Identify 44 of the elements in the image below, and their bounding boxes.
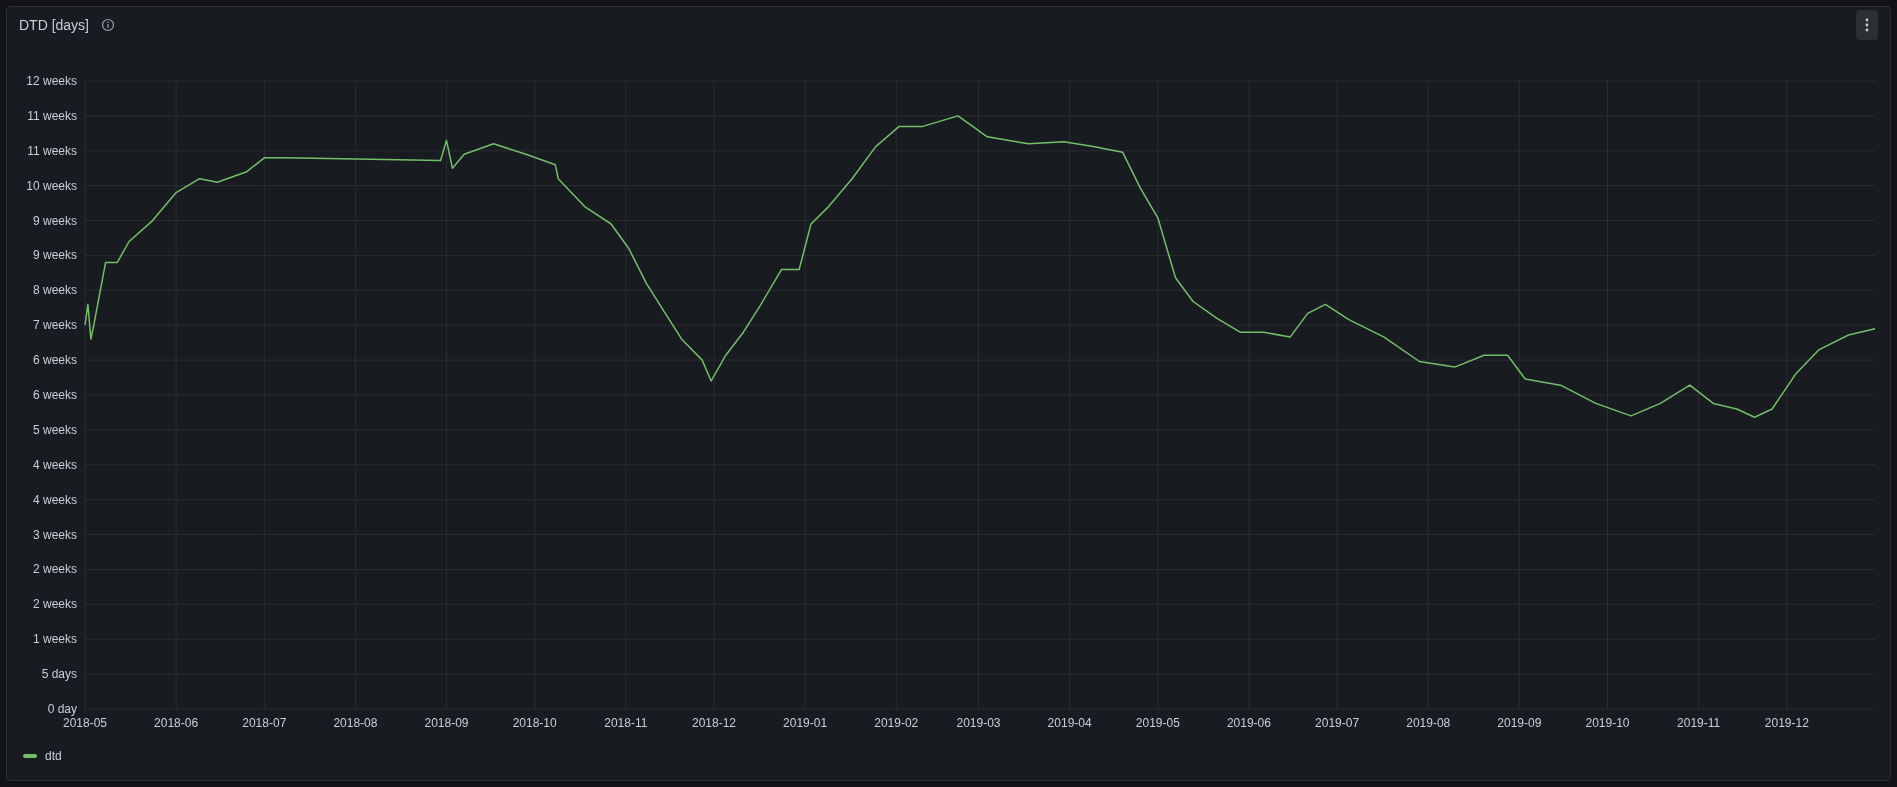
axis-label: 2018-05 bbox=[63, 716, 107, 730]
axis-label: 9 weeks bbox=[32, 213, 77, 228]
axis-label: 4 weeks bbox=[32, 492, 77, 507]
info-icon[interactable] bbox=[101, 18, 115, 32]
axis-label: 2 weeks bbox=[32, 597, 77, 612]
axis-label: 2019-07 bbox=[1315, 716, 1360, 730]
kebab-icon bbox=[1865, 18, 1869, 32]
axis-label: 2019-12 bbox=[1764, 716, 1809, 730]
axis-label: 2019-05 bbox=[1135, 716, 1180, 730]
axis-label: 1 weeks bbox=[32, 632, 77, 647]
axis-label: 10 weeks bbox=[26, 178, 77, 193]
axis-label: 8 weeks bbox=[32, 283, 77, 298]
axis-label: 2018-12 bbox=[691, 716, 736, 730]
axis-label: 2018-11 bbox=[604, 716, 648, 730]
axis-label: 2019-09 bbox=[1497, 716, 1542, 730]
axis-label: 2019-04 bbox=[1047, 716, 1092, 730]
axis-label: 7 weeks bbox=[32, 318, 77, 333]
axis-label: 11 weeks bbox=[27, 143, 77, 158]
axis-label: 2018-06 bbox=[154, 716, 199, 730]
legend-label[interactable]: dtd bbox=[45, 747, 62, 765]
axis-label: 0 day bbox=[47, 702, 77, 716]
axis-label: 2 weeks bbox=[32, 562, 77, 577]
axis-label: 2019-10 bbox=[1585, 716, 1630, 730]
axis-label: 2018-07 bbox=[242, 716, 287, 730]
axis-label: 2018-09 bbox=[424, 716, 469, 730]
axis-label: 5 days bbox=[41, 667, 77, 682]
axis-label: 2019-02 bbox=[874, 716, 919, 730]
axis-label: 2019-11 bbox=[1677, 716, 1721, 730]
panel-title: DTD [days] bbox=[19, 15, 89, 35]
axis-label: 6 weeks bbox=[32, 353, 77, 368]
menu-button[interactable] bbox=[1856, 10, 1878, 40]
axis-label: 2019-03 bbox=[956, 716, 1001, 730]
axis-label: 5 weeks bbox=[32, 422, 77, 437]
axis-label: 2018-10 bbox=[512, 716, 557, 730]
axis-label: 2019-06 bbox=[1226, 716, 1271, 730]
axis-label: 3 weeks bbox=[32, 527, 77, 542]
axis-label: 9 weeks bbox=[32, 248, 77, 263]
axis-label: 2019-01 bbox=[783, 716, 828, 730]
axis-label: 6 weeks bbox=[32, 388, 77, 402]
axis-label: 2018-08 bbox=[333, 716, 378, 730]
axis-label: 11 weeks bbox=[27, 108, 77, 123]
axis-label: 4 weeks bbox=[32, 457, 77, 472]
axis-label: 2019-08 bbox=[1406, 716, 1451, 730]
axis-label: 12 weeks bbox=[26, 74, 77, 88]
